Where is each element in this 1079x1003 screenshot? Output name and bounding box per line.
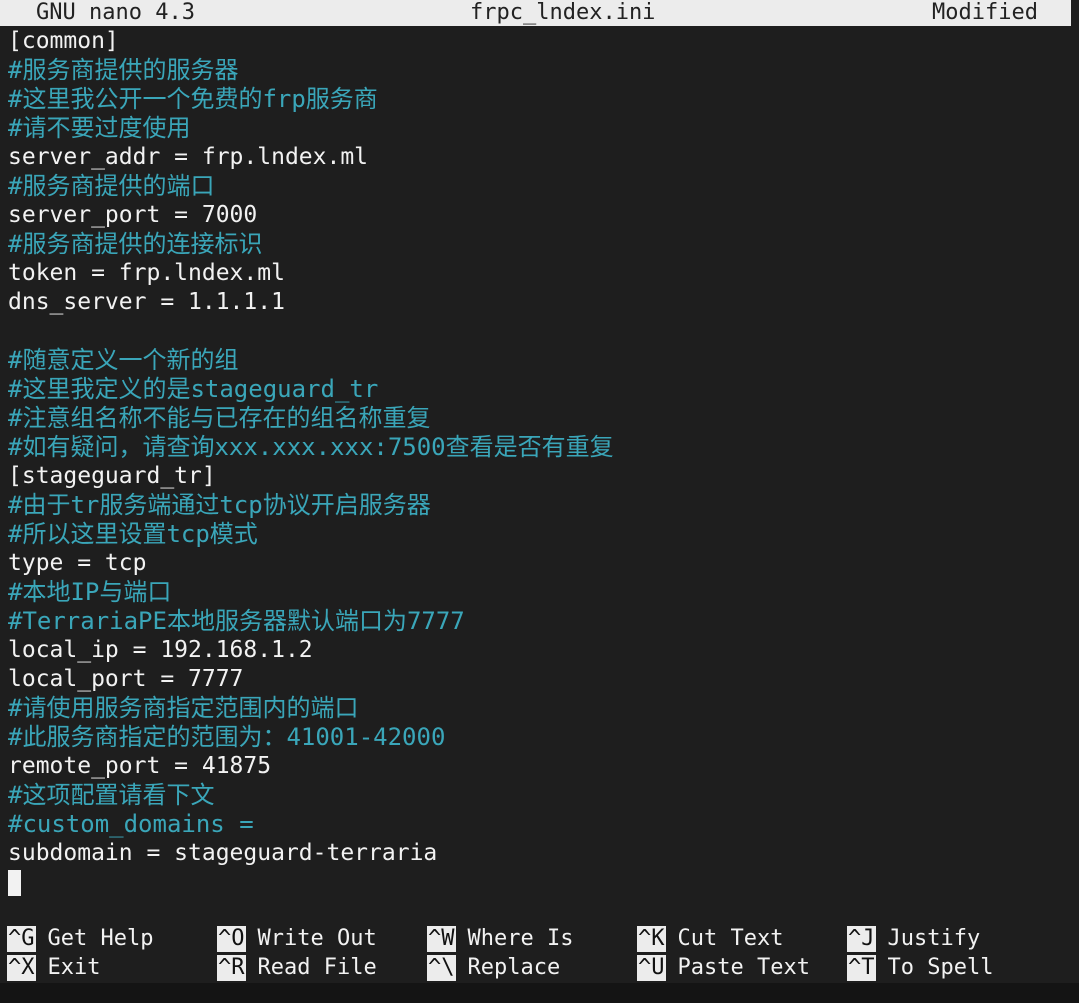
- shortcut-get-help[interactable]: ^G Get Help: [7, 924, 153, 953]
- comment-line: #这里我公开一个免费的frp服务商: [8, 85, 378, 113]
- config-line: local_port = 7777: [8, 666, 244, 692]
- shortcut-label: Justify: [887, 926, 981, 951]
- shortcut-label: Paste Text: [677, 955, 810, 980]
- shortcut-label: To Spell: [887, 955, 994, 980]
- config-line: server_addr = frp.lndex.ml: [8, 144, 369, 170]
- shortcut-key: ^J: [847, 926, 876, 952]
- shortcut-key: ^K: [637, 926, 666, 952]
- config-line: local_ip = 192.168.1.2: [8, 637, 313, 663]
- config-line: dns_server = 1.1.1.1: [8, 289, 285, 315]
- shortcut-label: Exit: [47, 955, 101, 980]
- config-line: token = frp.lndex.ml: [8, 260, 285, 286]
- shortcut-label: Where Is: [467, 926, 574, 951]
- shortcut-write-out[interactable]: ^O Write Out: [217, 924, 377, 953]
- config-line: type = tcp: [8, 550, 147, 576]
- shortcut-read-file[interactable]: ^R Read File: [217, 953, 377, 982]
- shortcut-label: Write Out: [257, 926, 377, 951]
- shortcut-label: Replace: [467, 955, 561, 980]
- shortcut-paste-text[interactable]: ^U Paste Text: [637, 953, 810, 982]
- shortcut-justify[interactable]: ^J Justify: [847, 924, 980, 953]
- app-version: GNU nano 4.3: [36, 0, 195, 25]
- file-name: frpc_lndex.ini: [470, 0, 656, 25]
- shortcut-label: Read File: [257, 955, 377, 980]
- terminal-window: GNU nano 4.3 frpc_lndex.ini Modified [co…: [0, 0, 1079, 1003]
- comment-line: #请使用服务商指定范围内的端口: [8, 694, 359, 722]
- shortcut-to-spell[interactable]: ^T To Spell: [847, 953, 993, 982]
- shortcut-key: ^G: [7, 926, 36, 952]
- config-line: [common]: [8, 28, 119, 54]
- shortcut-exit[interactable]: ^X Exit: [7, 953, 100, 982]
- shortcut-key: ^X: [7, 955, 36, 981]
- nano-title-bar: GNU nano 4.3 frpc_lndex.ini Modified: [0, 0, 1071, 26]
- comment-line: #这里我定义的是stageguard_tr: [8, 375, 379, 403]
- shortcut-key: ^\: [427, 955, 456, 981]
- shortcut-row-2: ^X Exit ^R Read File ^\ Replace ^U Paste Text ^T…: [0, 953, 1071, 982]
- shortcut-label: Get Help: [47, 926, 154, 951]
- shortcut-key: ^W: [427, 926, 456, 952]
- comment-line: #服务商提供的端口: [8, 172, 215, 200]
- shortcut-key: ^O: [217, 926, 246, 952]
- config-line: [8, 317, 1071, 346]
- cursor-line: [8, 868, 1071, 897]
- comment-line: #注意组名称不能与已存在的组名称重复: [8, 404, 431, 432]
- comment-line: #这项配置请看下文: [8, 781, 215, 809]
- shortcut-key: ^R: [217, 955, 246, 981]
- text-editor-area[interactable]: [common] #服务商提供的服务器 #这里我公开一个免费的frp服务商 #请不要过…: [8, 27, 1071, 907]
- terminal-bottom-bar: [0, 983, 1079, 1003]
- shortcut-where-is[interactable]: ^W Where Is: [427, 924, 573, 953]
- config-line: subdomain = stageguard-terraria: [8, 840, 438, 866]
- comment-line: #服务商提供的服务器: [8, 56, 239, 84]
- shortcut-key: ^T: [847, 955, 876, 981]
- config-line: server_port = 7000: [8, 202, 258, 228]
- comment-line: #由于tr服务端通过tcp协议开启服务器: [8, 491, 431, 519]
- shortcut-row-1: ^G Get Help ^O Write Out ^W Where Is ^K Cut Tex…: [0, 924, 1071, 953]
- config-line: [stageguard_tr]: [8, 463, 216, 489]
- modified-status: Modified: [932, 0, 1038, 25]
- comment-line: #服务商提供的连接标识: [8, 230, 263, 258]
- comment-line: #如有疑问，请查询xxx.xxx.xxx:7500查看是否有重复: [8, 433, 614, 461]
- config-line: remote_port = 41875: [8, 753, 272, 779]
- comment-line: #所以这里设置tcp模式: [8, 520, 258, 548]
- shortcut-bar: ^G Get Help ^O Write Out ^W Where Is ^K Cut Tex…: [0, 924, 1071, 982]
- comment-line: #custom_domains =: [8, 810, 254, 838]
- text-cursor: [8, 869, 21, 896]
- comment-line: #请不要过度使用: [8, 114, 191, 142]
- shortcut-replace[interactable]: ^\ Replace: [427, 953, 560, 982]
- comment-line: #随意定义一个新的组: [8, 346, 239, 374]
- shortcut-cut-text[interactable]: ^K Cut Text: [637, 924, 783, 953]
- comment-line: #TerrariaPE本地服务器默认端口为7777: [8, 607, 465, 635]
- shortcut-key: ^U: [637, 955, 666, 981]
- shortcut-label: Cut Text: [677, 926, 784, 951]
- comment-line: #本地IP与端口: [8, 578, 172, 606]
- comment-line: #此服务商指定的范围为：41001-42000: [8, 723, 446, 751]
